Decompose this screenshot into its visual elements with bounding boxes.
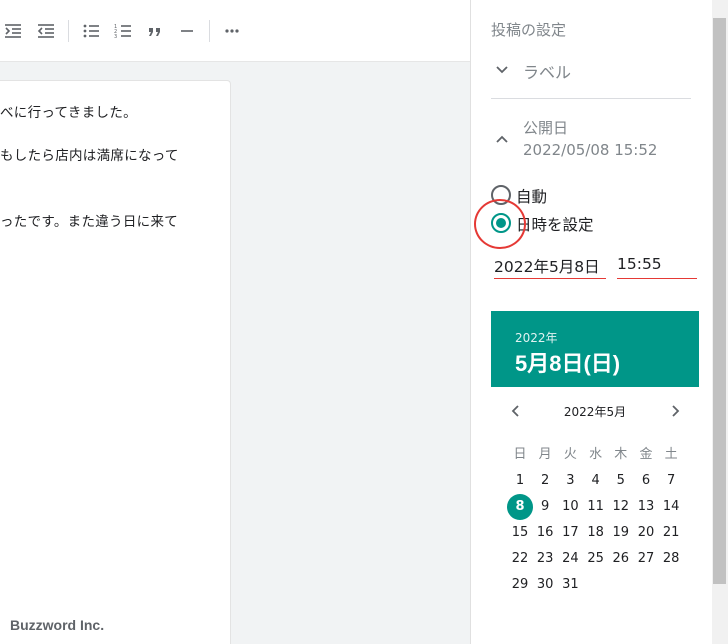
time-field[interactable]: 15:55 (617, 253, 697, 279)
quote-icon[interactable] (145, 21, 165, 41)
calendar-day[interactable]: 23 (532, 546, 558, 572)
calendar-day[interactable]: 22 (507, 546, 533, 572)
chevron-up-icon[interactable] (493, 130, 511, 148)
calendar-weekday: 日 (513, 447, 527, 462)
chevron-down-icon[interactable] (493, 61, 511, 79)
calendar-day[interactable]: 28 (658, 546, 684, 572)
calendar-day[interactable]: 9 (532, 494, 558, 520)
calendar-weekday: 月 (538, 447, 552, 462)
publish-date-title[interactable]: 公開日 (523, 117, 568, 138)
calendar-weekday: 金 (639, 447, 653, 462)
calendar-weekday: 木 (614, 447, 628, 462)
calendar-day[interactable]: 10 (557, 494, 583, 520)
calendar-day[interactable]: 12 (608, 494, 634, 520)
numbered-list-icon[interactable]: 123 (113, 21, 133, 41)
calendar-header-date: 5月8日(日) (515, 351, 621, 376)
calendar-day[interactable]: 2 (532, 468, 558, 494)
calendar-day[interactable]: 19 (608, 520, 634, 546)
calendar-month-label: 2022年5月 (563, 405, 627, 419)
section-divider (491, 98, 691, 99)
radio-auto-label[interactable]: 自動 (516, 185, 547, 207)
calendar-day[interactable]: 31 (557, 572, 583, 598)
calendar-day[interactable]: 16 (532, 520, 558, 546)
calendar-day[interactable]: 13 (633, 494, 659, 520)
calendar-weekday: 水 (589, 447, 603, 462)
calendar-day[interactable]: 25 (583, 546, 609, 572)
labels-section-title[interactable]: ラベル (523, 59, 571, 83)
calendar-day[interactable]: 6 (633, 468, 659, 494)
calendar-day[interactable]: 18 (583, 520, 609, 546)
publish-date-value: 2022/05/08 15:52 (523, 141, 658, 159)
calendar-day-selected[interactable]: 8 (507, 494, 533, 520)
toolbar-divider (68, 20, 69, 42)
calendar-day[interactable]: 7 (658, 468, 684, 494)
more-icon[interactable] (222, 21, 242, 41)
body-text-line: ったです。また違う日に来て (0, 214, 179, 230)
horizontal-rule-icon[interactable] (177, 21, 197, 41)
calendar-day[interactable]: 3 (557, 468, 583, 494)
calendar-header: 2022年 5月8日(日) (491, 311, 699, 387)
calendar-weekday: 土 (664, 447, 678, 462)
calendar-day[interactable]: 11 (583, 494, 609, 520)
body-text-line: もしたら店内は満席になって (0, 148, 179, 164)
calendar-day[interactable]: 15 (507, 520, 533, 546)
post-editor: 123 べに行ってきました。 もしたら店内は満席になって ったです。また違う日に… (0, 0, 470, 644)
calendar-header-year: 2022年 (515, 331, 558, 345)
bulleted-list-icon[interactable] (81, 21, 101, 41)
calendar-day[interactable]: 27 (633, 546, 659, 572)
body-text-line: べに行ってきました。 (0, 105, 137, 121)
calendar-day[interactable]: 4 (583, 468, 609, 494)
calendar-day[interactable]: 30 (532, 572, 558, 598)
calendar-day[interactable]: 14 (658, 494, 684, 520)
indent-icon[interactable] (3, 21, 23, 41)
radio-set-datetime-label[interactable]: 日時を設定 (516, 213, 594, 235)
editor-toolbar: 123 (0, 0, 470, 62)
highlight-circle (474, 199, 526, 249)
outdent-icon[interactable] (36, 21, 56, 41)
panel-title: 投稿の設定 (491, 21, 567, 39)
calendar-day[interactable]: 17 (557, 520, 583, 546)
calendar-day[interactable]: 5 (608, 468, 634, 494)
scrollbar-thumb[interactable] (713, 18, 726, 584)
calendar-weekday: 火 (563, 447, 577, 462)
calendar-day[interactable]: 26 (608, 546, 634, 572)
calendar-day[interactable]: 20 (633, 520, 659, 546)
watermark: Buzzword Inc. (10, 617, 105, 633)
toolbar-divider (209, 20, 210, 42)
chevron-right-icon[interactable] (666, 402, 684, 420)
chevron-left-icon[interactable] (507, 402, 525, 420)
editor-page[interactable]: べに行ってきました。 もしたら店内は満席になって ったです。また違う日に来て (0, 80, 231, 644)
calendar-day[interactable]: 1 (507, 468, 533, 494)
calendar-day[interactable]: 24 (557, 546, 583, 572)
svg-text:3: 3 (114, 34, 117, 40)
calendar-day[interactable]: 21 (658, 520, 684, 546)
calendar-day[interactable]: 29 (507, 572, 533, 598)
date-field[interactable]: 2022年5月8日 (494, 253, 606, 279)
